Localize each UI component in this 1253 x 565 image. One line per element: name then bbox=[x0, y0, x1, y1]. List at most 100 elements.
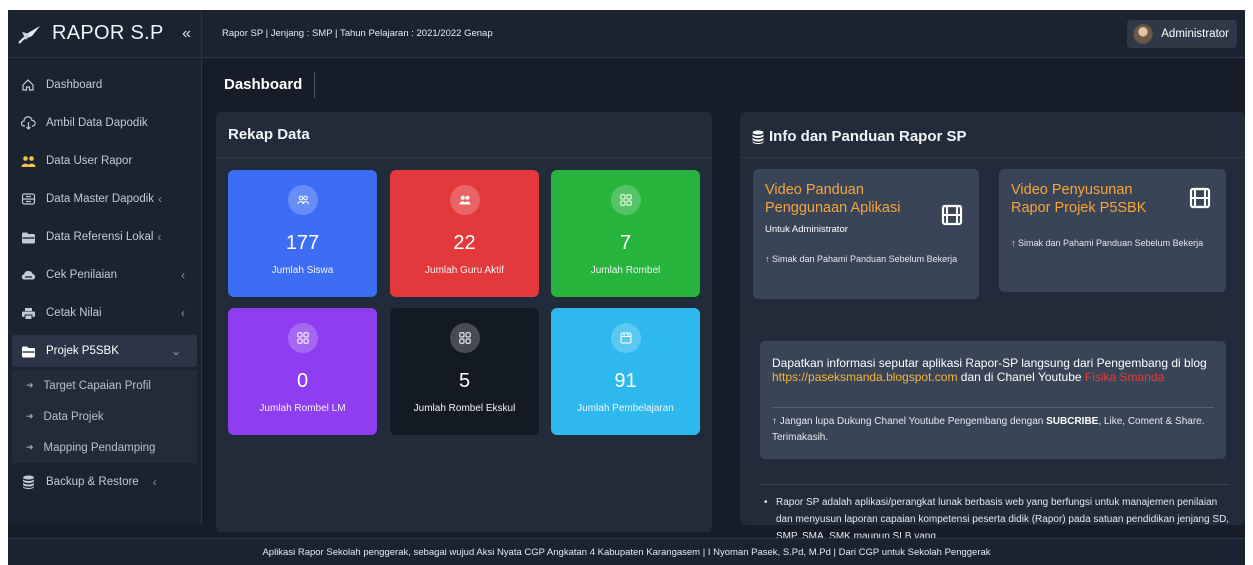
stat-jumlah-pembelajaran[interactable]: 91 Jumlah Pembelajaran bbox=[551, 308, 700, 435]
sidebar-subitem-target-capaian-profil[interactable]: ➜ Target Capaian Profil bbox=[12, 370, 197, 401]
chevron-left-icon: ‹ bbox=[157, 230, 162, 244]
sidebar-item-ambil-data-dapodik[interactable]: Ambil Data Dapodik bbox=[8, 104, 201, 142]
blog-link[interactable]: https://paseksmanda.blogspot.com bbox=[772, 370, 957, 384]
film-icon bbox=[941, 204, 963, 226]
chevron-left-icon: ‹ bbox=[181, 306, 185, 320]
subscribe-note: ↑ Jangan lupa Dukung Chanel Youtube Peng… bbox=[772, 414, 1214, 446]
stat-label: Jumlah Pembelajaran bbox=[577, 403, 674, 414]
stat-label: Jumlah Rombel Ekskul bbox=[413, 403, 516, 414]
sidebar-item-projek-p5sbk[interactable]: Projek P5SBK ⌄ bbox=[12, 335, 197, 367]
stat-value: 22 bbox=[453, 232, 476, 254]
calendar-icon bbox=[610, 323, 641, 353]
layers-icon bbox=[20, 191, 36, 207]
info-title: Info dan Panduan Rapor SP bbox=[752, 128, 967, 145]
video-penyusunan-rapor-projek[interactable]: Video Penyusunan Rapor Projek P5SBK ↑ Sim… bbox=[999, 169, 1226, 292]
video-note: ↑ Simak dan Pahami Panduan Sebelum Beker… bbox=[765, 254, 958, 264]
youtube-channel-link[interactable]: Fisika Smanda bbox=[1085, 370, 1164, 384]
app-window: RAPOR S.P « Dashboard Ambil Data Dapodik… bbox=[8, 10, 1245, 565]
sidebar: RAPOR S.P « Dashboard Ambil Data Dapodik… bbox=[8, 10, 202, 525]
chevron-left-icon: ‹ bbox=[181, 268, 185, 282]
stat-jumlah-siswa[interactable]: 177 Jumlah Siswa bbox=[228, 170, 377, 297]
folder-open-icon bbox=[20, 343, 36, 359]
sidebar-nav: Dashboard Ambil Data Dapodik Data User R… bbox=[8, 58, 201, 501]
video-subtitle: Untuk Administrator bbox=[765, 224, 848, 235]
submenu-projek-p5sbk: ➜ Target Capaian Profil ➜ Data Projek ➜ … bbox=[12, 370, 197, 463]
sidebar-subitem-mapping-pendamping[interactable]: ➜ Mapping Pendamping bbox=[12, 432, 197, 463]
home-icon bbox=[20, 77, 36, 93]
folder-icon bbox=[20, 229, 36, 245]
video-title-line: Video Penyusunan bbox=[1011, 182, 1133, 198]
chevron-left-icon: ‹ bbox=[158, 192, 163, 206]
grid-icon bbox=[287, 323, 318, 353]
arrow-right-icon: ➜ bbox=[26, 411, 34, 421]
info-panduan-card: Info dan Panduan Rapor SP Video Panduan P… bbox=[740, 112, 1245, 542]
sidebar-item-data-user-rapor[interactable]: Data User Rapor bbox=[8, 142, 201, 180]
video-title-line: Rapor Projek P5SBK bbox=[1011, 200, 1147, 216]
stat-value: 0 bbox=[296, 370, 309, 392]
stat-value: 7 bbox=[619, 232, 632, 254]
stat-value: 5 bbox=[458, 370, 471, 392]
grid-icon bbox=[449, 323, 480, 353]
video-title-line: Video Panduan bbox=[765, 182, 864, 198]
divider bbox=[216, 157, 712, 158]
info-text: dan di Chanel Youtube bbox=[957, 370, 1085, 384]
school-year-info: Rapor SP | Jenjang : SMP | Tahun Pelajar… bbox=[222, 28, 493, 39]
video-title: Video Penyusunan Rapor Projek P5SBK bbox=[1011, 181, 1146, 217]
stat-jumlah-rombel-lm[interactable]: 0 Jumlah Rombel LM bbox=[228, 308, 377, 435]
stat-label: Jumlah Guru Aktif bbox=[425, 265, 504, 276]
rekap-data-title: Rekap Data bbox=[228, 126, 310, 143]
sidebar-subitem-label: Mapping Pendamping bbox=[43, 441, 156, 454]
chevron-down-icon: ⌄ bbox=[170, 344, 181, 358]
footer: Aplikasi Rapor Sekolah penggerak, sebaga… bbox=[8, 538, 1245, 565]
sidebar-item-cetak-nilai[interactable]: Cetak Nilai ‹ bbox=[8, 294, 201, 332]
sidebar-item-backup-restore[interactable]: Backup & Restore ‹ bbox=[8, 463, 201, 501]
printer-icon bbox=[20, 305, 36, 321]
sidebar-subitem-label: Data Projek bbox=[43, 410, 104, 423]
grid-icon bbox=[610, 185, 641, 215]
info-text: Dapatkan informasi seputar aplikasi Rapo… bbox=[772, 356, 1207, 370]
sidebar-item-data-master-dapodik[interactable]: Data Master Dapodik ‹ bbox=[8, 180, 201, 218]
page-title: Dashboard bbox=[224, 72, 316, 98]
stat-jumlah-guru-aktif[interactable]: 22 Jumlah Guru Aktif bbox=[390, 170, 539, 297]
chevron-left-icon: ‹ bbox=[152, 475, 157, 489]
stat-jumlah-rombel-ekskul[interactable]: 5 Jumlah Rombel Ekskul bbox=[390, 308, 539, 435]
sidebar-item-cek-penilaian[interactable]: Cek Penilaian ‹ bbox=[8, 256, 201, 294]
arrow-right-icon: ➜ bbox=[26, 442, 34, 452]
video-panduan-aplikasi[interactable]: Video Panduan Penggunaan Aplikasi Untuk A… bbox=[753, 169, 979, 299]
stat-value: 177 bbox=[285, 232, 320, 254]
cloud-icon bbox=[20, 267, 36, 283]
video-title: Video Panduan Penggunaan Aplikasi bbox=[765, 181, 900, 217]
sidebar-item-label: Cetak Nilai bbox=[46, 307, 102, 319]
app-title: RAPOR S.P bbox=[52, 22, 164, 44]
video-title-line: Penggunaan Aplikasi bbox=[765, 200, 901, 216]
film-icon bbox=[1189, 187, 1211, 209]
stat-label: Jumlah Siswa bbox=[271, 265, 334, 276]
sidebar-item-label: Data Master Dapodik bbox=[46, 193, 155, 205]
sidebar-item-label: Projek P5SBK bbox=[46, 345, 119, 357]
sidebar-item-label: Dashboard bbox=[46, 79, 103, 91]
sidebar-item-label: Ambil Data Dapodik bbox=[46, 117, 148, 129]
brand: RAPOR S.P « bbox=[8, 10, 201, 58]
sidebar-item-data-referensi-lokal[interactable]: Data Referensi Lokal ‹ bbox=[8, 218, 201, 256]
content-header: Dashboard bbox=[224, 72, 316, 98]
developer-info-text: Dapatkan informasi seputar aplikasi Rapo… bbox=[772, 356, 1214, 384]
topbar: Rapor SP | Jenjang : SMP | Tahun Pelajar… bbox=[202, 10, 1245, 58]
divider bbox=[772, 407, 1214, 408]
sidebar-item-label: Data User Rapor bbox=[46, 155, 133, 167]
logo-icon bbox=[18, 25, 40, 44]
sidebar-item-label: Backup & Restore bbox=[46, 476, 139, 488]
developer-info-box: Dapatkan informasi seputar aplikasi Rapo… bbox=[760, 341, 1226, 459]
sidebar-subitem-data-projek[interactable]: ➜ Data Projek bbox=[12, 401, 197, 432]
stat-value: 91 bbox=[614, 370, 637, 392]
sidebar-item-dashboard[interactable]: Dashboard bbox=[8, 66, 201, 104]
footer-text: Aplikasi Rapor Sekolah penggerak, sebaga… bbox=[262, 546, 991, 558]
collapse-sidebar-button[interactable]: « bbox=[182, 25, 191, 43]
note-bold: SUBCRIBE bbox=[1046, 416, 1099, 427]
stat-jumlah-rombel[interactable]: 7 Jumlah Rombel bbox=[551, 170, 700, 297]
arrow-right-icon: ➜ bbox=[26, 380, 34, 390]
divider bbox=[740, 157, 1245, 158]
user-menu-button[interactable]: Administrator bbox=[1127, 19, 1237, 48]
avatar bbox=[1133, 23, 1154, 44]
user-name: Administrator bbox=[1161, 27, 1229, 40]
divider bbox=[760, 484, 1229, 485]
